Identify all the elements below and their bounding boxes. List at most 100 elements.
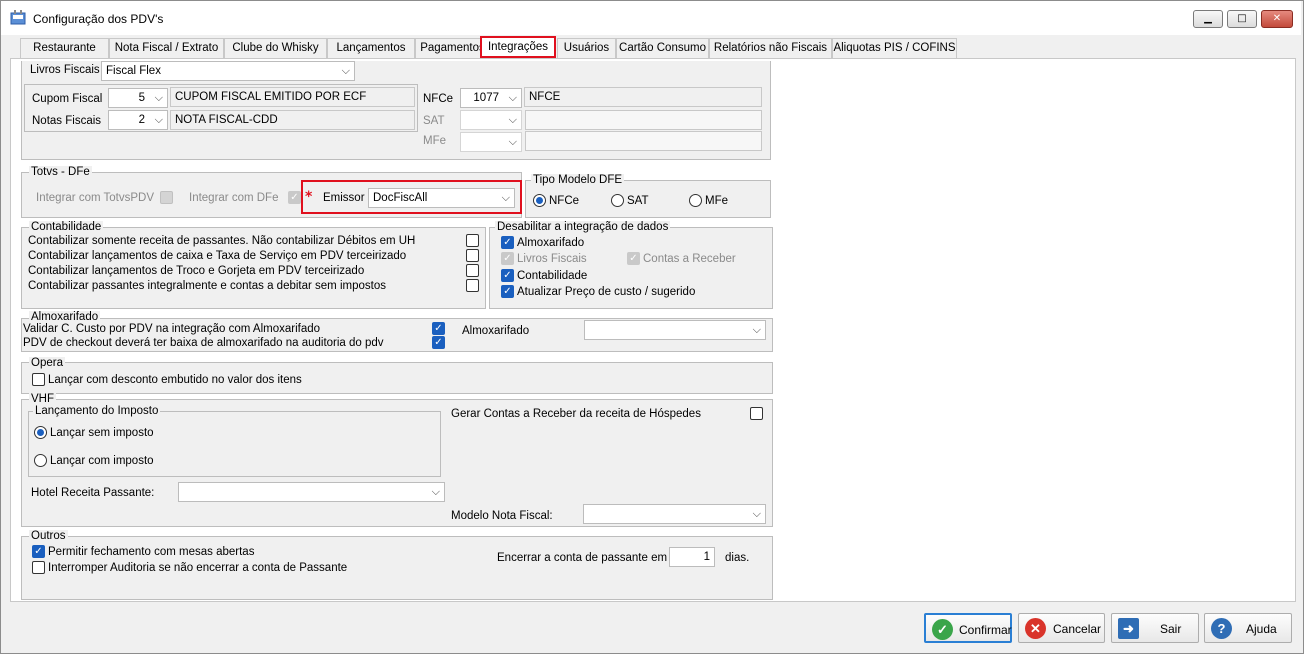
mfe-label: MFe [423,135,446,147]
chevron-down-icon: ⌵ [508,136,517,148]
tab-clube-whisky[interactable]: Clube do Whisky [224,38,327,58]
livros-select[interactable]: Fiscal Flex ⌵ [101,61,355,81]
desab-contas-checkbox[interactable]: ✓ [627,252,640,265]
tab-restaurante[interactable]: Restaurante [20,38,109,58]
desab-atualizar-checkbox[interactable]: ✓ [501,285,514,298]
gerar-contas-checkbox[interactable] [750,407,763,420]
confirmar-button[interactable]: ✓ Confirmar [924,613,1012,643]
lancamento-imposto-title: Lançamento do Imposto [33,405,161,417]
window-title: Configuração dos PDV's [33,12,164,26]
contab-item-3-checkbox[interactable] [466,264,479,277]
tab-bar: Restaurante Nota Fiscal / Extrato Clube … [10,36,1296,58]
cancel-icon: ✕ [1025,618,1046,639]
sair-label: Sair [1160,622,1182,636]
ajuda-button[interactable]: ? Ajuda [1204,613,1292,643]
integrar-dfe-checkbox[interactable]: ✓ [288,191,301,204]
chevron-down-icon: ⌵ [154,114,163,126]
radio-mfe[interactable] [689,194,702,207]
notas-num-select[interactable]: 2 ⌵ [108,110,168,130]
chevron-down-icon: ⌵ [752,324,761,336]
modelo-nota-select[interactable]: ⌵ [583,504,766,524]
radio-sem-imposto-label: Lançar sem imposto [50,427,154,439]
emissor-value: DocFiscAll [373,192,428,204]
contab-item-4-checkbox[interactable] [466,279,479,292]
almox-select-label: Almoxarifado [462,325,530,337]
tab-aliquotas[interactable]: Aliquotas PIS / COFINS [832,38,957,58]
tipo-modelo-title: Tipo Modelo DFE [531,174,625,186]
title-bar [1,1,1301,35]
radio-sem-imposto[interactable] [34,426,47,439]
livros-value: Fiscal Flex [106,65,161,77]
emissor-label: Emissor [323,192,365,204]
tab-cartao-consumo[interactable]: Cartão Consumo [616,38,709,58]
close-icon: ✕ [1272,13,1282,24]
nfce-desc: NFCE [524,87,762,107]
nfce-num-select[interactable]: 1077 ⌵ [460,88,522,108]
minimize-icon: ▁ [1204,13,1212,24]
radio-nfce-label: NFCe [549,195,580,207]
permitir-checkbox[interactable]: ✓ [32,545,45,558]
maximize-button[interactable]: □ [1227,10,1257,28]
dias-label: dias. [725,552,750,564]
notas-label: Notas Fiscais [32,115,102,127]
tab-usuarios[interactable]: Usuários [557,38,616,58]
desab-livros-label: Livros Fiscais [517,253,587,265]
cupom-num-select[interactable]: 5 ⌵ [108,88,168,108]
exit-door-icon: ➜ [1118,618,1139,639]
tab-pagamentos[interactable]: Pagamentos [415,38,490,58]
contab-item-4-label: Contabilizar passantes integralmente e c… [28,280,386,292]
sat-label: SAT [423,115,445,127]
almox-item-1-checkbox[interactable]: ✓ [432,322,445,335]
sat-select[interactable]: ⌵ [460,110,522,130]
mfe-desc [525,131,762,151]
chevron-down-icon: ⌵ [154,92,163,104]
almox-select[interactable]: ⌵ [584,320,766,340]
interromper-checkbox[interactable] [32,561,45,574]
hotel-receita-label: Hotel Receita Passante: [31,487,155,499]
tab-relatorios[interactable]: Relatórios não Fiscais [709,38,832,58]
hotel-receita-select[interactable]: ⌵ [178,482,445,502]
integrar-totvs-checkbox[interactable] [160,191,173,204]
help-icon: ? [1211,618,1232,639]
desab-almox-checkbox[interactable]: ✓ [501,236,514,249]
contab-item-1-checkbox[interactable] [466,234,479,247]
tab-lancamentos[interactable]: Lançamentos [327,38,415,58]
sair-button[interactable]: ➜ Sair [1111,613,1199,643]
desab-contab-label: Contabilidade [517,270,588,282]
radio-sat[interactable] [611,194,624,207]
livros-label: Livros Fiscais [30,64,100,76]
tab-integracoes[interactable]: Integrações [480,36,556,58]
radio-com-imposto[interactable] [34,454,47,467]
emissor-select[interactable]: DocFiscAll ⌵ [368,188,515,208]
close-button[interactable]: ✕ [1261,10,1293,28]
desab-contab-checkbox[interactable]: ✓ [501,269,514,282]
contab-item-3-label: Contabilizar lançamentos de Troco e Gorj… [28,265,365,277]
modelo-nota-label: Modelo Nota Fiscal: [451,510,553,522]
vhf-title: VHF [29,393,56,405]
dias-input[interactable]: 1 [669,547,715,567]
mfe-select[interactable]: ⌵ [460,132,522,152]
almox-item-2-checkbox[interactable]: ✓ [432,336,445,349]
chevron-down-icon: ⌵ [431,486,440,498]
opera-title: Opera [29,357,65,369]
totvs-title: Totvs - DFe [29,166,92,178]
tab-nota-fiscal[interactable]: Nota Fiscal / Extrato [109,38,224,58]
encerrar-label: Encerrar a conta de passante em [497,552,668,564]
cupom-num: 5 [138,92,145,104]
almox-item-1-label: Validar C. Custo por PDV na integração c… [23,323,321,335]
minimize-button[interactable]: ▁ [1193,10,1223,28]
radio-nfce[interactable] [533,194,546,207]
chevron-down-icon: ⌵ [508,114,517,126]
sat-desc [525,110,762,130]
contab-item-2-checkbox[interactable] [466,249,479,262]
radio-com-imposto-label: Lançar com imposto [50,455,154,467]
required-marker: * [305,189,313,205]
chevron-down-icon: ⌵ [501,192,510,204]
desab-livros-checkbox[interactable]: ✓ [501,252,514,265]
cancelar-button[interactable]: ✕ Cancelar [1018,613,1105,643]
maximize-icon: □ [1237,13,1247,24]
confirmar-label: Confirmar [959,623,1012,637]
opera-checkbox[interactable] [32,373,45,386]
integrar-dfe-label: Integrar com DFe [189,192,279,204]
radio-sat-label: SAT [627,195,649,207]
